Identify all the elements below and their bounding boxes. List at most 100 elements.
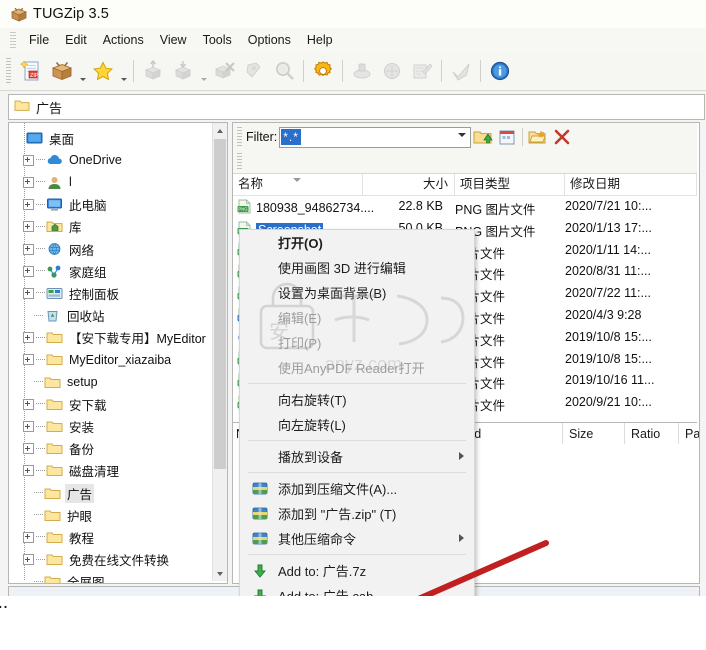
browse-folder-icon[interactable] — [526, 125, 550, 149]
scroll-up-arrow[interactable] — [213, 123, 227, 138]
context-menu-item-0[interactable]: 打开(O) — [240, 230, 474, 255]
menu-options[interactable]: Options — [240, 30, 299, 50]
menu-file[interactable]: File — [21, 30, 57, 50]
context-menu-item-10[interactable]: 添加到 "广告.zip" (T) — [240, 501, 474, 526]
svg-text:ZIP: ZIP — [30, 73, 39, 79]
menu-gripper[interactable] — [10, 32, 16, 48]
menu-help[interactable]: Help — [299, 30, 341, 50]
tree-expander[interactable] — [23, 554, 34, 566]
folder-icon — [46, 441, 63, 457]
open-dropdown-caret[interactable] — [77, 51, 88, 91]
scroll-thumb[interactable] — [214, 139, 226, 469]
new-folder-icon[interactable] — [495, 125, 519, 149]
tree-expander[interactable] — [23, 421, 34, 433]
explorer-row[interactable]: PNG 180938_94862734.... 22.8 KB PNG 图片文件 202… — [233, 197, 697, 219]
extract-icon — [168, 56, 198, 86]
tree-item-19[interactable]: 免费在线文件转换 — [13, 549, 213, 571]
filter-gripper[interactable] — [237, 127, 242, 147]
tree-expander[interactable] — [23, 465, 34, 477]
tree-item-10[interactable]: MyEditor_xiazaiba — [13, 349, 213, 371]
tree-expander[interactable] — [23, 154, 34, 166]
context-menu-item-8[interactable]: 播放到设备 — [240, 444, 474, 469]
toolbar-separator-2 — [303, 60, 304, 82]
tree-expander[interactable] — [23, 287, 34, 299]
tree-item-6[interactable]: 家庭组 — [13, 260, 213, 282]
tree-expander[interactable] — [23, 199, 34, 211]
toolbar-gripper[interactable] — [6, 58, 11, 84]
tree-item-3[interactable]: 此电脑 — [13, 194, 213, 216]
context-menu-item-11[interactable]: 其他压缩命令 — [240, 526, 474, 551]
context-menu-item-5[interactable]: 使用AnyPDF Reader打开 — [240, 355, 474, 380]
tree-item-14[interactable]: 备份 — [13, 438, 213, 460]
star-icon[interactable] — [88, 56, 118, 86]
explorer-file-modified: 2020/7/21 10:... — [565, 199, 652, 213]
tree-expander[interactable] — [23, 243, 34, 255]
menu-view[interactable]: View — [152, 30, 195, 50]
context-menu-item-4[interactable]: 打印(P) — [240, 330, 474, 355]
tree-expander[interactable] — [23, 221, 34, 233]
col-archive-packed[interactable]: Packed — [679, 423, 699, 445]
filter-gripper-2[interactable] — [237, 153, 242, 169]
tree-item-4[interactable]: 库 — [13, 216, 213, 238]
tree-item-17[interactable]: 护眼 — [13, 504, 213, 526]
tree-item-20[interactable]: 全屏图 — [13, 571, 213, 583]
tree-item-12[interactable]: 安下载 — [13, 393, 213, 415]
tree-item-15[interactable]: 磁盘清理 — [13, 460, 213, 482]
open-box-icon[interactable] — [47, 56, 77, 86]
close-x-icon[interactable] — [550, 125, 574, 149]
col-archive-size[interactable]: Size — [563, 423, 625, 445]
gear-icon[interactable] — [308, 56, 338, 86]
context-menu[interactable]: 打开(O) 使用画图 3D 进行编辑 设置为桌面背景(B) 编辑(E) 打印(P) 使用A… — [239, 229, 475, 596]
tree-item-16[interactable]: 广告 — [13, 482, 213, 504]
context-menu-item-label: 添加到压缩文件(A)... — [278, 482, 398, 497]
tree-item-1[interactable]: OneDrive — [13, 149, 213, 171]
context-menu-item-6[interactable]: 向右旋转(T) — [240, 387, 474, 412]
explorer-column-header[interactable]: 名称 大小 项目类型 修改日期 — [233, 174, 697, 196]
folder-tree[interactable]: 桌面 OneDrive l 此电脑库网络 家庭组 控制面板 回收站 【安下载专用】MyEdit… — [9, 123, 213, 583]
tree-scrollbar[interactable] — [212, 123, 227, 581]
context-menu-item-2[interactable]: 设置为桌面背景(B) — [240, 280, 474, 305]
tree-expander[interactable] — [23, 398, 34, 410]
favorites-dropdown-caret[interactable] — [118, 51, 129, 91]
col-modified[interactable]: 修改日期 — [565, 174, 697, 195]
col-size[interactable]: 大小 — [363, 174, 455, 195]
tree-expander[interactable] — [23, 531, 34, 543]
tree-expander[interactable] — [23, 176, 34, 188]
col-type[interactable]: 项目类型 — [455, 174, 565, 195]
tree-item-9[interactable]: 【安下载专用】MyEditor — [13, 327, 213, 349]
context-menu-item-1[interactable]: 使用画图 3D 进行编辑 — [240, 255, 474, 280]
folder-up-icon[interactable] — [471, 125, 495, 149]
tree-item-7[interactable]: 控制面板 — [13, 282, 213, 304]
tree-connector — [36, 292, 45, 294]
context-menu-item-3[interactable]: 编辑(E) — [240, 305, 474, 330]
tree-expander[interactable] — [23, 443, 34, 455]
tree-connector — [36, 181, 45, 183]
col-archive-ratio[interactable]: Ratio — [625, 423, 679, 445]
tree-expander[interactable] — [23, 332, 34, 344]
tree-item-13[interactable]: 安装 — [13, 415, 213, 437]
tree-item-2[interactable]: l — [13, 171, 213, 193]
info-icon[interactable] — [485, 56, 515, 86]
tree-item-11[interactable]: setup — [13, 371, 213, 393]
context-menu-item-7[interactable]: 向左旋转(L) — [240, 412, 474, 437]
context-menu-item-9[interactable]: 添加到压缩文件(A)... — [240, 476, 474, 501]
tree-connector — [36, 336, 45, 339]
context-menu-item-13[interactable]: Add to: 广告.cab — [240, 583, 474, 596]
menu-tools[interactable]: Tools — [195, 30, 240, 50]
tree-item-5[interactable]: 网络 — [13, 238, 213, 260]
new-archive-button[interactable]: ZIP — [17, 56, 47, 86]
chevron-down-icon[interactable] — [458, 132, 467, 137]
filter-combobox[interactable]: *.* — [279, 126, 472, 148]
scroll-down-arrow[interactable] — [213, 566, 227, 581]
tree-expander[interactable] — [23, 265, 34, 277]
context-menu-item-12[interactable]: Add to: 广告.7z — [240, 558, 474, 583]
menu-actions[interactable]: Actions — [95, 30, 152, 50]
tree-expander[interactable] — [23, 354, 34, 366]
menu-edit[interactable]: Edit — [57, 30, 95, 50]
extract-dropdown-caret — [198, 51, 209, 91]
folder-icon — [44, 507, 61, 523]
path-bar[interactable]: 广告 — [8, 94, 705, 120]
tree-item-8[interactable]: 回收站 — [13, 305, 213, 327]
tree-item-0[interactable]: 桌面 — [13, 127, 213, 149]
tree-item-18[interactable]: 教程 — [13, 526, 213, 548]
